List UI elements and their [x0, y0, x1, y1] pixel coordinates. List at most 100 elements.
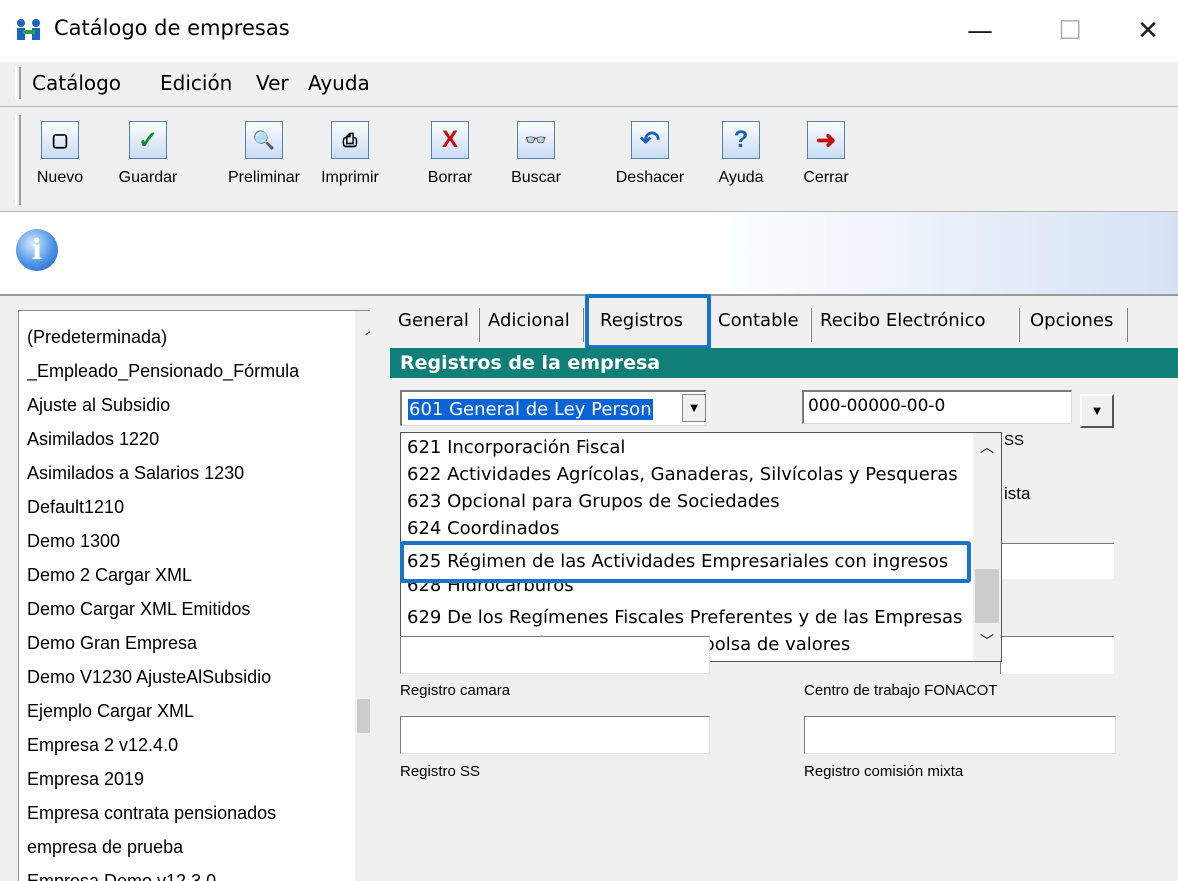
help-icon: ? [722, 121, 760, 159]
imprimir-button[interactable]: ⎙ Imprimir [314, 121, 386, 187]
toolbar-grip [15, 115, 21, 205]
undo-icon: ↶ [631, 121, 669, 159]
list-item[interactable]: Empresa contrata pensionados [27, 803, 345, 824]
list-item[interactable]: Demo Cargar XML Emitidos [27, 599, 345, 620]
cerrar-button[interactable]: ➜ Cerrar [796, 121, 856, 187]
delete-icon: X [431, 121, 469, 159]
registro-patronal-field[interactable]: 000-00000-00-0 [802, 390, 1072, 424]
tab-opciones[interactable]: Opciones [1028, 310, 1115, 342]
dropdown-option[interactable]: 623 Opcional para Grupos de Sociedades [407, 491, 967, 512]
registro-patronal-value: 000-00000-00-0 [808, 396, 946, 416]
guardar-button[interactable]: ✓ Guardar [110, 121, 186, 187]
list-item[interactable]: Asimilados 1220 [27, 429, 345, 450]
scroll-up-icon[interactable]: ︿ [355, 319, 370, 349]
company-list[interactable]: (Predeterminada) _Empleado_Pensionado_Fó… [18, 310, 370, 881]
list-item[interactable]: Demo 2 Cargar XML [27, 565, 345, 586]
tab-general[interactable]: General [396, 310, 471, 342]
window-title: Catálogo de empresas [54, 16, 290, 40]
registro-ss-label: Registro SS [400, 763, 481, 780]
menu-bar: Catálogo Edición Ver Ayuda [0, 62, 1178, 104]
partial-label-ss: SS [1004, 432, 1025, 449]
list-item[interactable]: Demo V1230 AjusteAlSubsidio [27, 667, 345, 688]
regimen-selected-value: 601 General de Ley Person [408, 399, 653, 420]
chevron-down-icon[interactable]: ▼ [1080, 394, 1114, 428]
list-item[interactable]: Empresa 2019 [27, 769, 345, 790]
printer-icon: ⎙ [331, 121, 369, 159]
registro-camara-label: Registro camara [400, 682, 511, 699]
menu-edicion[interactable]: Edición [160, 71, 232, 95]
menu-ayuda[interactable]: Ayuda [308, 71, 370, 95]
info-bar: i [0, 212, 1178, 296]
buscar-label: Buscar [511, 169, 561, 186]
ayuda-button[interactable]: ? Ayuda [710, 121, 772, 187]
list-item[interactable]: Demo 1300 [27, 531, 345, 552]
dropdown-scrollbar[interactable]: ︿ ﹀ [973, 433, 1001, 661]
registro-ss-field[interactable] [400, 716, 710, 754]
tab-highlight-box [585, 294, 711, 349]
list-item[interactable]: Asimilados a Salarios 1230 [27, 463, 345, 484]
ayuda-label: Ayuda [718, 169, 764, 186]
tab-separator [1018, 308, 1020, 342]
list-item[interactable]: Ajuste al Subsidio [27, 395, 345, 416]
scroll-down-icon[interactable]: ﹀ [973, 631, 1001, 651]
list-item[interactable]: Empresa 2 v12.4.0 [27, 735, 345, 756]
scroll-up-icon[interactable]: ︿ [973, 437, 1001, 457]
chevron-down-icon[interactable]: ▼ [682, 394, 706, 422]
dropdown-option[interactable]: 624 Coordinados [407, 518, 967, 536]
borrar-button[interactable]: X Borrar [420, 121, 480, 187]
list-item[interactable]: Ejemplo Cargar XML [27, 701, 345, 722]
regimen-fiscal-select[interactable]: 601 General de Ley Person ▼ [400, 390, 706, 426]
preview-icon: 🔍 [245, 121, 283, 159]
toolbar: ▢ Nuevo ✓ Guardar 🔍 Preliminar ⎙ Imprimi… [0, 106, 1178, 212]
maximize-button[interactable]: ☐ [1040, 0, 1100, 62]
new-document-icon: ▢ [41, 121, 79, 159]
hidden-input-field[interactable] [1000, 543, 1114, 579]
list-item[interactable]: (Predeterminada) [27, 327, 345, 348]
menu-grip [15, 67, 21, 99]
list-item[interactable]: Demo Gran Empresa [27, 633, 345, 654]
list-item[interactable]: empresa de prueba [27, 837, 345, 858]
nuevo-button[interactable]: ▢ Nuevo [32, 121, 88, 187]
company-list-panel: (Predeterminada) _Empleado_Pensionado_Fó… [0, 298, 376, 881]
binoculars-icon: 👓 [517, 121, 555, 159]
close-button[interactable]: ✕ [1118, 0, 1178, 62]
info-icon: i [16, 229, 58, 271]
tab-adicional[interactable]: Adicional [486, 310, 572, 342]
guardar-label: Guardar [118, 169, 178, 186]
registro-camara-field[interactable] [400, 636, 710, 674]
dropdown-option[interactable]: 621 Incorporación Fiscal [407, 437, 967, 458]
list-scrollbar[interactable]: ︿ [355, 311, 370, 881]
section-header: Registros de la empresa [390, 348, 1178, 378]
imprimir-label: Imprimir [321, 169, 379, 186]
tab-separator [1126, 308, 1128, 342]
scroll-thumb[interactable] [357, 699, 370, 733]
deshacer-label: Deshacer [615, 169, 685, 186]
cerrar-label: Cerrar [803, 169, 849, 186]
registro-comision-label: Registro comisión mixta [804, 763, 964, 780]
dropdown-option[interactable]: 628 Hidrocarburos [407, 581, 967, 597]
tab-separator [582, 308, 584, 342]
centro-trabajo-label: Centro de trabajo FONACOT [804, 682, 998, 699]
menu-catalogo[interactable]: Catálogo [32, 71, 121, 95]
tab-recibo-electronico[interactable]: Recibo Electrónico [818, 310, 988, 342]
registro-comision-field[interactable] [804, 716, 1116, 754]
dropdown-option[interactable]: 629 De los Regímenes Fiscales Preferente… [407, 607, 967, 628]
list-item[interactable]: Default1210 [27, 497, 345, 518]
dropdown-option[interactable]: 622 Actividades Agrícolas, Ganaderas, Si… [407, 464, 967, 485]
menu-ver[interactable]: Ver [256, 71, 289, 95]
deshacer-button[interactable]: ↶ Deshacer [602, 121, 698, 187]
tab-contable[interactable]: Contable [716, 310, 801, 342]
minimize-button[interactable]: — [950, 0, 1010, 62]
centro-trabajo-field[interactable] [1000, 636, 1114, 674]
nuevo-label: Nuevo [36, 169, 84, 186]
list-item[interactable]: _Empleado_Pensionado_Fórmula [27, 361, 345, 382]
scroll-thumb[interactable] [975, 569, 999, 623]
title-bar: Catálogo de empresas — ☐ ✕ [0, 0, 1178, 62]
preliminar-label: Preliminar [227, 169, 300, 186]
list-item[interactable]: Empresa Demo v12.3.0 [27, 871, 345, 881]
tab-separator [478, 308, 480, 342]
preliminar-button[interactable]: 🔍 Preliminar [216, 121, 312, 187]
buscar-button[interactable]: 👓 Buscar [500, 121, 572, 187]
tab-separator [810, 308, 812, 342]
partial-label-ista: ista [1004, 484, 1031, 503]
